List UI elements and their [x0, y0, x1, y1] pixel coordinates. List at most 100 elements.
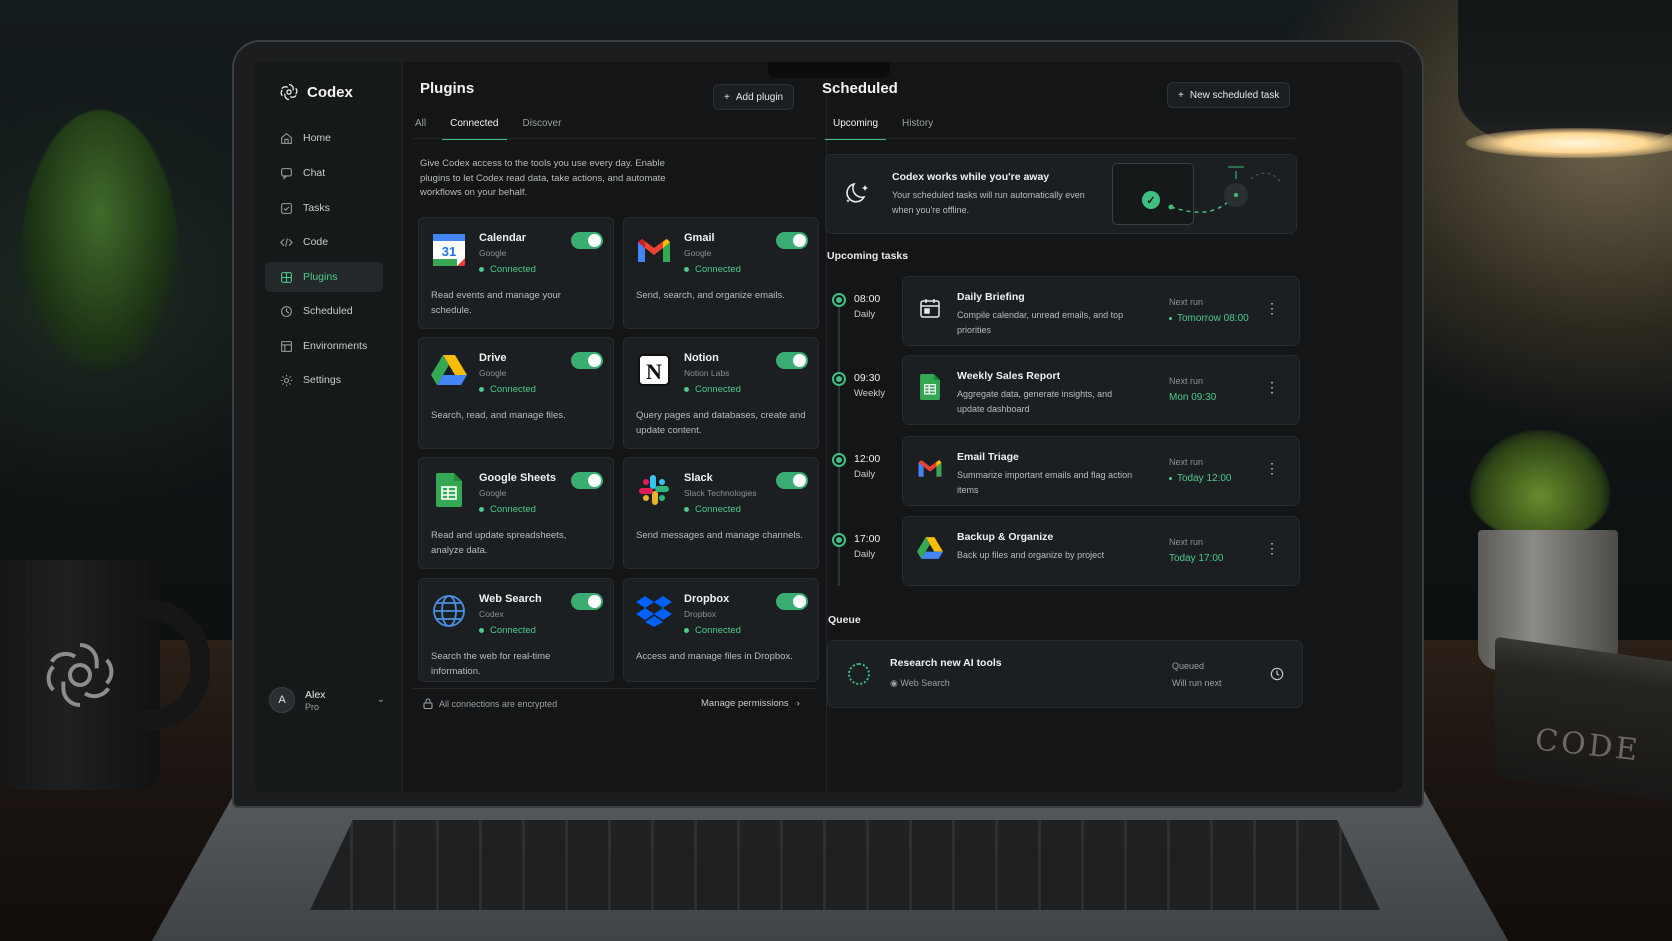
task-card-weekly-sales-report[interactable]: Weekly Sales Report Aggregate data, gene… — [902, 355, 1300, 425]
manage-permissions-link[interactable]: Manage permissions › — [701, 698, 800, 709]
codex-logo-icon — [280, 83, 298, 101]
sidebar-item-label: Chat — [303, 167, 326, 179]
sidebar-item-plugins[interactable]: Plugins — [265, 262, 383, 292]
timeline-node — [832, 372, 846, 386]
plugin-description: Read events and manage your schedule. — [431, 290, 561, 316]
task-card-email-triage[interactable]: Email Triage Summarize important emails … — [902, 436, 1300, 506]
task-card-backup-organize[interactable]: Backup & Organize Back up files and orga… — [902, 516, 1300, 586]
next-run-value: Today 12:00 — [1169, 473, 1232, 484]
plugin-description: Query pages and databases, create and up… — [636, 410, 806, 436]
sidebar-item-scheduled[interactable]: Scheduled — [265, 296, 383, 326]
tab-connected[interactable]: Connected — [442, 112, 507, 140]
plugin-toggle[interactable] — [571, 232, 603, 249]
status-text: Connected — [695, 384, 741, 395]
plugin-card-google-sheets[interactable]: Google Sheets Google Connected Read and … — [418, 457, 614, 569]
plugin-toggle[interactable] — [776, 352, 808, 369]
plugin-vendor: Google — [479, 248, 507, 258]
queue-note: Will run next — [1172, 678, 1222, 688]
scheduled-tabs: Upcoming History — [825, 112, 949, 140]
sidebar-item-label: Code — [303, 236, 329, 248]
plugin-toggle[interactable] — [571, 472, 603, 489]
timeline-node — [832, 293, 846, 307]
plugin-card-slack[interactable]: Slack Slack Technologies Connected Send … — [623, 457, 819, 569]
sidebar-item-settings[interactable]: Settings — [265, 365, 383, 395]
sidebar-item-environments[interactable]: Environments — [265, 331, 383, 361]
plugin-toggle[interactable] — [776, 593, 808, 610]
tab-history[interactable]: History — [894, 112, 941, 140]
tab-upcoming[interactable]: Upcoming — [825, 112, 887, 140]
status-text: Connected — [695, 264, 741, 275]
queue-item[interactable]: Research new AI tools ◉ Web Search Queue… — [827, 640, 1303, 708]
upcoming-tasks-heading: Upcoming tasks — [827, 250, 909, 262]
sidebar-item-code[interactable]: Code — [265, 227, 383, 257]
google-sheets-icon — [917, 374, 943, 400]
status-text: Connected — [695, 504, 741, 515]
next-run-label: Next run — [1169, 537, 1204, 547]
status-text: Connected — [490, 264, 536, 275]
new-scheduled-task-button[interactable]: + New scheduled task — [1167, 82, 1291, 108]
sidebar-item-tasks[interactable]: Tasks — [265, 193, 383, 223]
plugin-toggle[interactable] — [776, 232, 808, 249]
plugin-card-drive[interactable]: Drive Google Connected Search, read, and… — [418, 337, 614, 449]
more-options-icon[interactable]: ⋮ — [1265, 301, 1279, 315]
sidebar-item-label: Plugins — [303, 271, 338, 283]
plugin-toggle[interactable] — [776, 472, 808, 489]
lock-icon — [423, 698, 433, 709]
banner-text: Your scheduled tasks will run automatica… — [892, 190, 1085, 215]
add-plugin-button[interactable]: + Add plugin — [713, 84, 795, 110]
plugin-description: Read and update spreadsheets, analyze da… — [431, 530, 567, 556]
google-drive-icon — [431, 352, 467, 388]
lamp-light — [1466, 128, 1672, 158]
app-name: Codex — [307, 83, 353, 101]
tab-discover[interactable]: Discover — [515, 112, 570, 140]
tasks-icon — [280, 202, 293, 215]
user-menu[interactable]: A Alex Pro ⌄ — [269, 682, 385, 718]
sidebar-item-chat[interactable]: Chat — [265, 158, 383, 188]
status-badge: Connected — [479, 264, 536, 275]
svg-text:31: 31 — [442, 244, 456, 259]
sidebar-item-label: Environments — [303, 340, 368, 352]
plant-right — [1470, 430, 1610, 540]
brand[interactable]: Codex — [279, 82, 353, 102]
status-badge: Connected — [684, 504, 741, 515]
next-run-label: Next run — [1169, 457, 1204, 467]
plugin-toggle[interactable] — [571, 352, 603, 369]
check-icon: ✓ — [1142, 191, 1160, 209]
plugin-card-gmail[interactable]: Gmail Google Connected Send, search, and… — [623, 217, 819, 329]
plugin-name: Calendar — [479, 232, 527, 244]
plugin-card-dropbox[interactable]: Dropbox Dropbox Connected Access and man… — [623, 578, 819, 682]
chevron-down-icon[interactable]: ⌄ — [377, 694, 385, 705]
plugin-name: Drive — [479, 352, 507, 364]
environments-icon — [280, 340, 293, 353]
task-description: Summarize important emails and flag acti… — [957, 470, 1133, 495]
sidebar-item-home[interactable]: Home — [265, 123, 383, 153]
more-options-icon[interactable]: ⋮ — [1265, 380, 1279, 394]
plugins-panel: Plugins + Add plugin All Connected Disco… — [403, 62, 827, 792]
plugin-card-notion[interactable]: N Notion Notion Labs Connected Query pag… — [623, 337, 819, 449]
queue-source-text: Web Search — [900, 678, 950, 688]
task-card-daily-briefing[interactable]: Daily Briefing Compile calendar, unread … — [902, 276, 1300, 346]
plus-icon: + — [1178, 89, 1184, 101]
timeline-node — [832, 533, 846, 547]
task-description: Compile calendar, unread emails, and top… — [957, 310, 1124, 335]
plus-icon: + — [724, 91, 730, 103]
moon-icon — [846, 182, 868, 203]
plugin-card-web-search[interactable]: Web Search Codex Connected Search the we… — [418, 578, 614, 682]
status-badge: Connected — [684, 264, 741, 275]
plugin-name: Gmail — [684, 232, 715, 244]
plugin-description: Search the web for real-time information… — [431, 651, 551, 677]
more-options-icon[interactable]: ⋮ — [1265, 461, 1279, 475]
tab-all[interactable]: All — [407, 112, 434, 140]
loading-spinner-icon — [848, 663, 870, 685]
globe-icon — [431, 593, 467, 629]
status-text: Connected — [490, 504, 536, 515]
more-options-icon[interactable]: ⋮ — [1265, 541, 1279, 555]
divider — [413, 688, 817, 689]
plugin-card-calendar[interactable]: 31 Calendar Google Connected Read events… — [418, 217, 614, 329]
plugin-toggle[interactable] — [571, 593, 603, 610]
calendar-icon — [917, 295, 943, 321]
task-time: 09:30 — [854, 372, 881, 384]
plugins-description: Give Codex access to the tools you use e… — [420, 158, 666, 198]
user-plan: Pro — [305, 702, 320, 712]
svg-text:N: N — [646, 359, 662, 384]
